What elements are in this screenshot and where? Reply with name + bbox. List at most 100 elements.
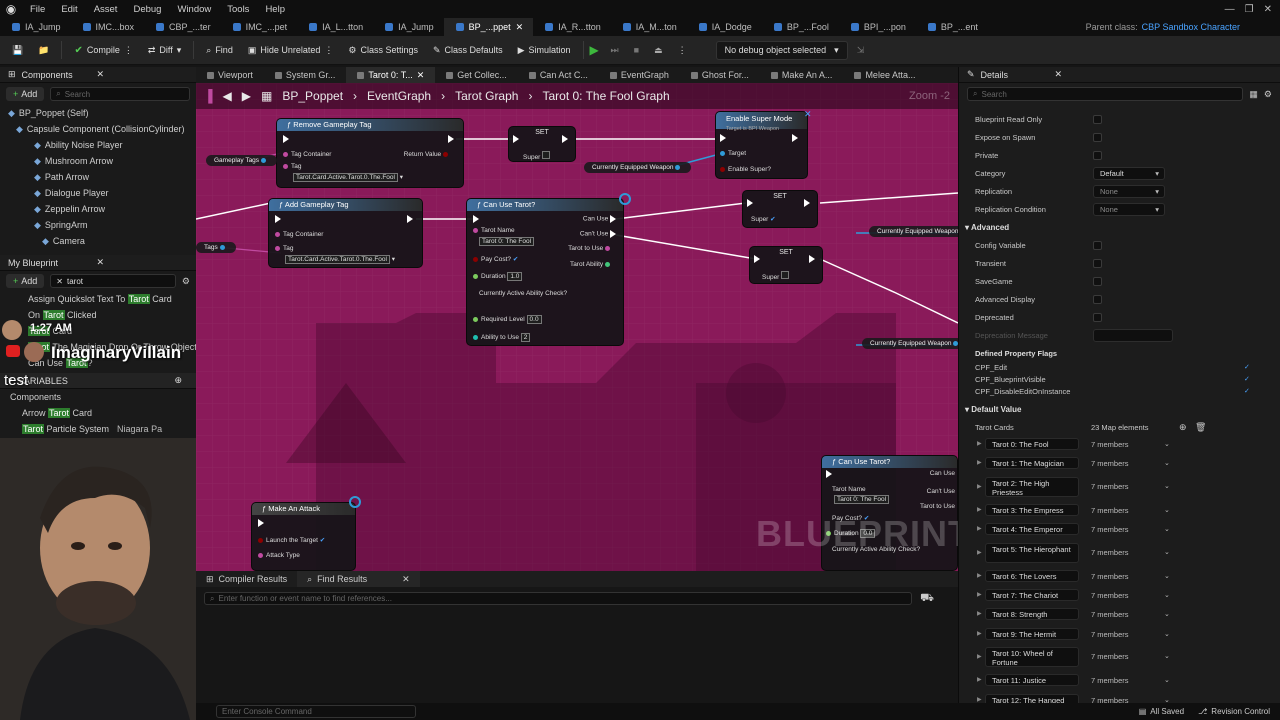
graph-tab[interactable]: Viewport <box>196 67 264 83</box>
maximize-icon[interactable]: ❐ <box>1245 4 1254 15</box>
component-item[interactable]: ◆ Camera <box>8 233 196 249</box>
close-tab-icon[interactable]: ✕ <box>96 257 104 268</box>
check-icon[interactable]: ✔ <box>513 256 518 263</box>
component-item[interactable]: ◆ Zeppelin Arrow <box>8 201 196 217</box>
details-search-input[interactable]: ⌕ Search <box>967 87 1244 101</box>
tab-find-results[interactable]: ⌕ Find Results ✕ <box>297 571 420 587</box>
eject-icon[interactable]: ⏏ <box>648 42 669 59</box>
asset-tab[interactable]: IA_M...ton <box>611 18 687 36</box>
expand-arrow-icon[interactable]: ▶ <box>977 610 982 617</box>
asset-tab[interactable]: BP_...ppet ✕ <box>443 18 534 36</box>
expand-arrow-icon[interactable]: ▶ <box>977 676 982 683</box>
tarot-card-row[interactable]: ▶ Tarot 2: The High Priestess 7 members ⌄ <box>959 476 1280 497</box>
component-item[interactable]: ◆ Dialogue Player <box>8 185 196 201</box>
required-level-value[interactable]: 0.0 <box>526 315 542 324</box>
component-item[interactable]: ◆ Mushroom Arrow <box>8 153 196 169</box>
save-icon[interactable]: 💾 <box>6 42 29 59</box>
close-node-icon[interactable]: ✕ <box>804 109 812 120</box>
chevron-down-icon[interactable]: ⌄ <box>1164 652 1170 660</box>
unreal-logo-icon[interactable]: ◉ <box>0 0 22 18</box>
more-options-icon[interactable]: ⋮ <box>672 42 693 59</box>
menu-help[interactable]: Help <box>257 4 293 15</box>
blueprint-search-input[interactable]: ✕ tarot <box>50 274 176 288</box>
clear-search-icon[interactable]: ✕ <box>56 277 63 286</box>
tarot-name-value[interactable]: Tarot 0: The Fool <box>479 237 535 246</box>
component-item[interactable]: ◆ BP_Poppet (Self) <box>8 105 196 121</box>
add-variable-icon[interactable]: ⊕ <box>174 375 182 386</box>
diff-button[interactable]: ⇄ Diff ▾ <box>142 42 187 59</box>
tarot-card-row[interactable]: ▶ Tarot 7: The Chariot 7 members ⌄ <box>959 589 1280 602</box>
expand-arrow-icon[interactable]: ▶ <box>977 440 982 447</box>
deprecation-message-input[interactable] <box>1093 329 1173 342</box>
tarot-card-row[interactable]: ▶ Tarot 8: Strength 7 members ⌄ <box>959 608 1280 621</box>
close-tab-icon[interactable]: ✕ <box>1054 69 1062 80</box>
expand-arrow-icon[interactable]: ▶ <box>977 591 982 598</box>
add-element-icon[interactable]: ⊕ <box>1179 422 1187 433</box>
step-icon[interactable]: ⏭ <box>605 42 625 59</box>
check-icon[interactable]: ✔ <box>320 537 325 544</box>
chevron-down-icon[interactable]: ⌄ <box>1164 630 1170 638</box>
close-tab-icon[interactable]: ✕ <box>96 69 104 80</box>
chevron-down-icon[interactable]: ⌄ <box>1164 482 1170 490</box>
graph-tab[interactable]: Get Collec... <box>435 67 518 83</box>
graph-tab[interactable]: Ghost For... <box>680 67 760 83</box>
details-checkbox[interactable] <box>1093 115 1102 124</box>
chevron-down-icon[interactable]: ⌄ <box>1164 610 1170 618</box>
duration-value[interactable]: 1.0 <box>507 272 523 281</box>
class-defaults-button[interactable]: ✎ Class Defaults <box>427 42 509 59</box>
details-combo[interactable]: None ▾ <box>1093 203 1165 216</box>
tarot-card-row[interactable]: ▶ Tarot 5: The Hierophant 7 members ⌄ <box>959 542 1280 563</box>
compile-button[interactable]: ✔ Compile ⋮ <box>68 42 138 59</box>
menu-tools[interactable]: Tools <box>219 4 257 15</box>
breadcrumb-bp-poppet[interactable]: BP_Poppet <box>282 89 343 103</box>
asset-tab[interactable]: IA_Jump <box>373 18 444 36</box>
menu-debug[interactable]: Debug <box>125 4 169 15</box>
simulation-button[interactable]: ▶ Simulation <box>512 42 577 59</box>
blueprint-graph[interactable]: ▐ ◀ ▶ ▦ BP_Poppet › EventGraph › Tarot G… <box>196 83 958 571</box>
currently-equipped-weapon-variable[interactable]: Currently Equipped Weapon <box>862 338 958 349</box>
can-use-tarot-node[interactable]: ƒ Can Use Tarot? Can Use Can't Use Tarot… <box>466 198 624 346</box>
tarot-card-row[interactable]: ▶ Tarot 3: The Empress 7 members ⌄ <box>959 503 1280 516</box>
component-item[interactable]: ◆ Ability Noise Player <box>8 137 196 153</box>
console-input[interactable]: Enter Console Command <box>216 705 416 718</box>
tarot-card-row[interactable]: ▶ Tarot 4: The Emperor 7 members ⌄ <box>959 523 1280 536</box>
variable-item[interactable]: Tarot Particle System Niagara Pa <box>22 421 196 437</box>
close-icon[interactable]: ✕ <box>417 70 425 81</box>
chevron-down-icon[interactable]: ⌄ <box>1164 440 1170 448</box>
tarot-card-row[interactable]: ▶ Tarot 0: The Fool 7 members ⌄ <box>959 438 1280 450</box>
chevron-down-icon[interactable]: ⌄ <box>1164 572 1170 580</box>
graph-tab[interactable]: Can Act C... <box>518 67 599 83</box>
asset-tab[interactable]: IA_R...tton <box>533 18 611 36</box>
graph-tab[interactable]: EventGraph <box>599 67 680 83</box>
set-super-node-2[interactable]: SET Super ✔ <box>742 190 818 228</box>
asset-tab[interactable]: IA_Dodge <box>687 18 762 36</box>
enable-super-mode-node[interactable]: Enable Super Mode Target is BPI Weapon Ta… <box>715 111 808 179</box>
forward-icon[interactable]: ▶ <box>242 89 251 103</box>
add-gameplay-tag-node[interactable]: ƒ Add Gameplay Tag Tag Container Tag Tar… <box>268 198 423 268</box>
tarot-name-value[interactable]: Tarot 0: The Fool <box>834 495 890 504</box>
add-member-button[interactable]: + Add <box>6 274 45 288</box>
expand-arrow-icon[interactable]: ▶ <box>977 696 982 703</box>
breadcrumb-tarot-graph[interactable]: Tarot Graph <box>455 89 518 103</box>
asset-tab[interactable]: IMC...box <box>71 18 145 36</box>
component-item[interactable]: ◆ SpringArm <box>8 217 196 233</box>
tarot-card-key[interactable]: Tarot 11: Justice <box>985 674 1079 687</box>
breakpoint-icon[interactable] <box>619 193 631 205</box>
variables-header[interactable]: ▾ VARIABLES ⊕ <box>0 373 196 389</box>
breakpoint-icon[interactable] <box>349 496 361 508</box>
asset-tab[interactable]: IMC_...pet <box>221 18 298 36</box>
tarot-card-row[interactable]: ▶ Tarot 9: The Hermit 7 members ⌄ <box>959 627 1280 640</box>
close-tab-icon[interactable]: ✕ <box>402 574 410 585</box>
chevron-down-icon[interactable]: ⌄ <box>1164 548 1170 556</box>
graph-tab[interactable]: System Gr... <box>264 67 347 83</box>
components-group[interactable]: Components <box>10 389 196 405</box>
asset-tab[interactable]: IA_L...tton <box>297 18 373 36</box>
revision-control-status[interactable]: ⎇ Revision Control <box>1198 707 1270 716</box>
asset-tab[interactable]: IA_Jump <box>0 18 71 36</box>
expand-arrow-icon[interactable]: ▶ <box>977 653 982 660</box>
breadcrumb-eventgraph[interactable]: EventGraph <box>367 89 431 103</box>
tag-value[interactable]: Tarot.Card.Active.Tarot.0.The.Fool <box>293 173 398 182</box>
graph-tab[interactable]: Make An A... <box>760 67 844 83</box>
expand-arrow-icon[interactable]: ▶ <box>977 572 982 579</box>
asset-tab[interactable]: BP_...ent <box>916 18 988 36</box>
